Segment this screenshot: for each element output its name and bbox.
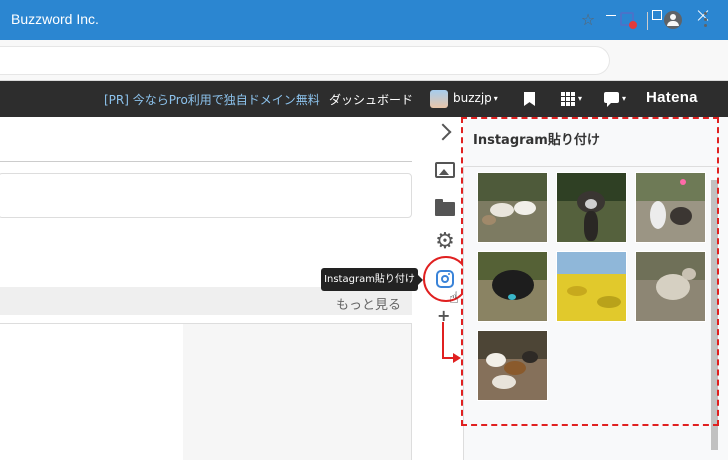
browser-menu-icon[interactable]	[704, 12, 708, 28]
close-button[interactable]	[680, 0, 726, 32]
chevron-down-icon: ▾	[578, 94, 583, 103]
minimize-icon	[606, 15, 616, 16]
promo-link[interactable]: [PR] 今ならPro利用で独自ドメイン無料	[104, 91, 320, 108]
more-link[interactable]: もっと見る	[336, 294, 401, 313]
toolbar-divider	[647, 12, 648, 30]
window-titlebar: Buzzword Inc.	[0, 0, 728, 40]
tooltip: Instagram貼り付け	[321, 268, 423, 291]
maximize-icon	[652, 10, 662, 20]
highlight-dashed-box	[461, 117, 719, 426]
annotation-arrow	[442, 322, 444, 358]
bookmark-star-icon[interactable]: ☆	[578, 10, 598, 30]
title-input[interactable]	[0, 173, 412, 218]
user-menu[interactable]: buzzjp ▾	[453, 91, 498, 105]
hand-cursor-icon: ☝	[449, 288, 459, 307]
content-editor[interactable]	[0, 323, 412, 460]
content-preview-area	[183, 324, 411, 460]
image-icon[interactable]	[435, 162, 455, 178]
gear-icon[interactable]: ⚙	[433, 230, 457, 254]
browser-toolbar	[0, 40, 728, 81]
comment-icon[interactable]	[604, 92, 619, 107]
account-icon[interactable]	[664, 11, 682, 29]
chevron-down-icon: ▾	[493, 94, 498, 103]
title-divider	[0, 161, 412, 162]
dashboard-link[interactable]: ダッシュボード	[329, 91, 413, 108]
chevron-down-icon: ▾	[622, 94, 627, 103]
username: buzzjp	[453, 91, 492, 105]
extension-icon[interactable]	[620, 12, 637, 29]
apps-grid-icon[interactable]	[561, 92, 575, 106]
bookmark-icon[interactable]	[524, 92, 535, 106]
avatar[interactable]	[430, 90, 448, 108]
window-title: Buzzword Inc.	[11, 11, 99, 27]
address-bar[interactable]	[0, 46, 610, 75]
hatena-logo[interactable]: Hatena	[646, 89, 698, 106]
arrow-head-icon	[453, 353, 461, 363]
hatena-global-header: [PR] 今ならPro利用で独自ドメイン無料 ダッシュボード buzzjp ▾ ▾…	[0, 81, 728, 117]
folder-icon[interactable]	[435, 199, 455, 216]
